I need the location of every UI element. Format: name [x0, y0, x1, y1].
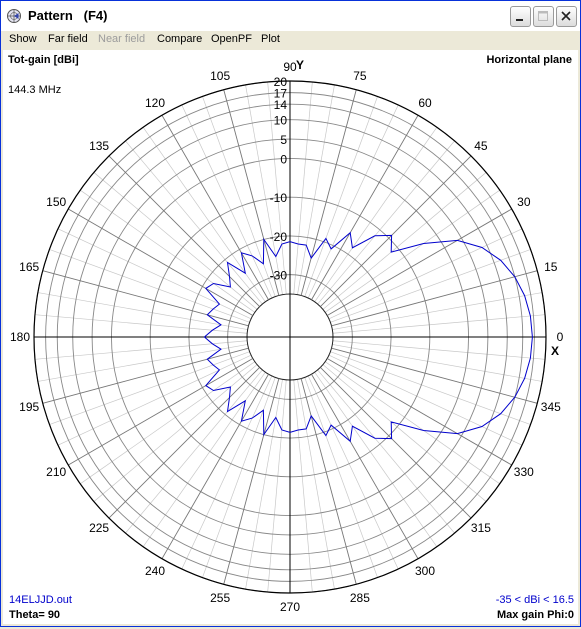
close-button[interactable]	[556, 6, 577, 27]
angle-tick-label: 345	[541, 400, 561, 414]
minimize-button[interactable]	[510, 6, 531, 27]
menu-openpf[interactable]: OpenPF	[211, 33, 252, 45]
radial-tick-label: -10	[270, 191, 288, 205]
angle-tick-label: 135	[89, 139, 109, 153]
angle-tick-label: 285	[350, 591, 370, 605]
angle-tick-label: 195	[19, 400, 39, 414]
menu-compare[interactable]: Compare	[157, 33, 202, 45]
angle-tick-label: 240	[145, 564, 165, 578]
menu-near-field[interactable]: Near field	[98, 33, 145, 45]
angle-tick-label: 165	[19, 260, 39, 274]
minor-spoke	[202, 96, 276, 297]
antenna-pattern-icon	[7, 9, 21, 23]
angle-tick-label: 330	[514, 465, 534, 479]
angle-tick-label: 315	[471, 521, 491, 535]
major-spoke	[108, 367, 260, 519]
angle-tick-label: 45	[474, 139, 488, 153]
x-axis-label: X	[551, 344, 560, 358]
angle-tick-label: 270	[280, 600, 300, 614]
angle-tick-label: 255	[210, 591, 230, 605]
menu-bar: Show Far field Near field Compare OpenPF…	[1, 31, 580, 50]
angle-tick-label: 15	[544, 260, 558, 274]
menu-show[interactable]: Show	[9, 33, 37, 45]
minimize-icon	[516, 19, 523, 21]
angle-tick-label: 210	[46, 465, 66, 479]
y-axis-label: Y	[296, 58, 305, 72]
major-spoke	[320, 367, 472, 519]
window-title: Pattern (F4)	[28, 8, 108, 23]
minor-spoke	[49, 351, 250, 425]
title-bar[interactable]: Pattern (F4)	[1, 1, 580, 31]
quantity-label: Tot-gain [dBi]	[8, 54, 79, 66]
radial-tick-label: -20	[270, 230, 288, 244]
angle-tick-label: 60	[418, 96, 432, 110]
filename-label: 14ELJJD.out	[9, 594, 72, 606]
radial-tick-label: 0	[280, 152, 287, 166]
angle-tick-label: 300	[415, 564, 435, 578]
minor-spoke	[49, 249, 250, 323]
angle-tick-label: 90	[283, 60, 297, 74]
maximize-icon	[538, 11, 548, 21]
polar-pattern-plot: 0153045607590105120135150165180195210225…	[10, 60, 564, 614]
radial-tick-label: 5	[280, 133, 287, 147]
theta-label: Theta= 90	[9, 609, 61, 621]
major-spoke	[108, 155, 260, 307]
pattern-window: Pattern (F4) Show Far field Near field C…	[0, 0, 581, 627]
angle-tick-label: 75	[353, 69, 367, 83]
max-gain-label: Max gain Phi:0	[496, 609, 574, 621]
minor-spoke	[202, 377, 276, 578]
minor-spoke	[304, 377, 378, 578]
angle-tick-label: 120	[145, 96, 165, 110]
angle-tick-label: 0	[557, 330, 564, 344]
major-spoke	[320, 155, 472, 307]
angle-tick-label: 150	[46, 195, 66, 209]
angle-tick-label: 225	[89, 521, 109, 535]
menu-plot[interactable]: Plot	[261, 33, 280, 45]
plane-label: Horizontal plane	[486, 54, 572, 66]
angle-tick-label: 105	[210, 69, 230, 83]
minor-spoke	[304, 96, 378, 297]
gain-range-label: -35 < dBi < 16.5	[495, 594, 574, 606]
frequency-label: 144.3 MHz	[8, 84, 62, 96]
close-icon	[561, 11, 571, 21]
angle-tick-label: 180	[10, 330, 30, 344]
radial-tick-label: -30	[270, 269, 288, 283]
radial-tick-label: 10	[274, 114, 288, 128]
radial-tick-label: 20	[274, 75, 288, 89]
plot-canvas[interactable]: 0 15 30 45 60 75 90 105 120 135 150 165 180 195 210 225…	[3, 50, 578, 624]
angle-tick-label: 30	[517, 195, 531, 209]
maximize-button[interactable]	[533, 6, 554, 27]
polar-grid	[33, 80, 547, 594]
menu-far-field[interactable]: Far field	[48, 33, 88, 45]
